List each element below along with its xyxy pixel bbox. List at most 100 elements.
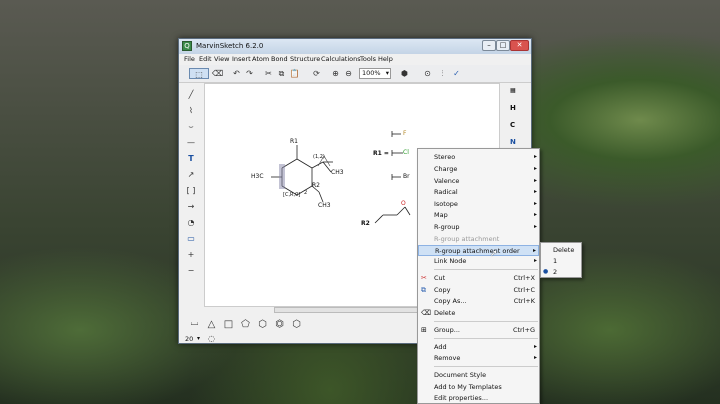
- label-ch3-2: CH3: [318, 202, 331, 209]
- menu-item-copy[interactable]: ⧉ Copy Ctrl+C: [418, 285, 539, 296]
- arrow-icon[interactable]: →: [185, 201, 197, 213]
- menu-item-valence[interactable]: Valence ▸: [418, 176, 539, 187]
- minimize-button[interactable]: –: [482, 40, 496, 51]
- menu-item-rgroup-attachment: R-group attachment: [434, 235, 500, 243]
- chain-icon[interactable]: ⌇: [185, 105, 197, 117]
- label-attachment-12: (1,2): [313, 154, 325, 160]
- copy-icon[interactable]: ⧉: [276, 68, 287, 79]
- clean-icon[interactable]: ⊙: [422, 68, 433, 79]
- menu-item-edit-properties[interactable]: Edit properties...: [418, 393, 539, 404]
- menu-edit[interactable]: Edit: [199, 55, 212, 63]
- menu-item-rgroup[interactable]: R-group ▸: [418, 222, 539, 233]
- zoom-select[interactable]: 100% ▾: [359, 68, 391, 79]
- separator: [434, 338, 538, 339]
- undo-icon[interactable]: ↶: [231, 68, 242, 79]
- submenu-item-delete[interactable]: Delete: [541, 245, 581, 256]
- menu-help[interactable]: Help: [378, 55, 393, 63]
- zoom-in-icon[interactable]: ⊕: [330, 68, 341, 79]
- redo-icon[interactable]: ↷: [244, 68, 255, 79]
- rgroup-icon[interactable]: ⫶: [437, 68, 448, 79]
- attached-data-icon[interactable]: ◔: [185, 217, 197, 229]
- app-icon: Q: [182, 41, 192, 51]
- menu-tools[interactable]: Tools: [360, 55, 376, 63]
- cyclobutane-icon[interactable]: □: [223, 319, 234, 330]
- single-bond-icon[interactable]: ╱: [185, 89, 197, 101]
- menu-item-cut[interactable]: ✂ Cut Ctrl+X: [418, 273, 539, 284]
- eraser-icon[interactable]: ⌫: [212, 68, 223, 79]
- submenu-item-2[interactable]: ● 2: [541, 267, 581, 278]
- select-tool-icon[interactable]: ⬚: [189, 68, 209, 79]
- atom-n-button[interactable]: N: [510, 138, 516, 146]
- menu-item-delete[interactable]: ⌫ Delete: [418, 308, 539, 319]
- window-title: MarvinSketch 6.2.0: [196, 42, 264, 50]
- menu-calculations[interactable]: Calculations: [321, 55, 361, 63]
- transform-icon[interactable]: ⟳: [311, 68, 322, 79]
- close-button[interactable]: ✕: [510, 40, 529, 51]
- benzene-icon[interactable]: ⏣: [274, 319, 285, 330]
- cut-icon: ✂: [421, 274, 427, 282]
- electron-flow-icon[interactable]: ↗: [185, 169, 197, 181]
- menu-item-stereo[interactable]: Stereo ▸: [418, 152, 539, 163]
- menu-item-rgroup-attachment-order[interactable]: R-group attachment order ▸: [418, 245, 539, 256]
- cut-icon[interactable]: ✂: [263, 68, 274, 79]
- label-br: Br: [403, 173, 410, 180]
- text-tool-icon[interactable]: T: [185, 153, 197, 165]
- menu-item-isotope[interactable]: Isotope ▸: [418, 199, 539, 210]
- label-ch3-1: CH3: [331, 169, 344, 176]
- custom-template-icon[interactable]: ◌: [208, 334, 215, 343]
- title-bar[interactable]: Q MarvinSketch 6.2.0 – □ ✕: [179, 39, 531, 54]
- menu-item-remove[interactable]: Remove ▸: [418, 353, 539, 364]
- submenu-item-1[interactable]: 1: [541, 256, 581, 267]
- menu-item-add-to-templates[interactable]: Add to My Templates: [418, 382, 539, 393]
- menu-bond[interactable]: Bond: [271, 55, 288, 63]
- label-order-2: 2: [304, 190, 308, 196]
- label-h3c: H3C: [251, 173, 264, 180]
- bond-line-icon[interactable]: —: [185, 137, 197, 149]
- menu-structure[interactable]: Structure: [290, 55, 320, 63]
- maximize-button[interactable]: □: [496, 40, 510, 51]
- minus-icon[interactable]: −: [185, 265, 197, 277]
- wedge-bond-icon[interactable]: ⌣: [185, 121, 197, 133]
- periodic-table-icon[interactable]: ▦: [510, 87, 516, 94]
- label-cr0: [C,R,0]: [283, 192, 301, 198]
- menu-item-link-node[interactable]: Link Node ▸: [418, 256, 539, 267]
- menu-file[interactable]: File: [184, 55, 195, 63]
- cyclopropane-icon[interactable]: △: [206, 319, 217, 330]
- chevron-down-icon: ▾: [385, 69, 389, 77]
- ring-size-value[interactable]: 20: [185, 335, 193, 343]
- selection-highlight: [279, 164, 285, 189]
- label-r1-equals: R1 =: [373, 150, 389, 157]
- menu-view[interactable]: View: [214, 55, 229, 63]
- label-r1: R1: [290, 138, 298, 145]
- group-icon: ⊞: [421, 326, 427, 334]
- menu-item-copy-as[interactable]: Copy As... Ctrl+K: [418, 296, 539, 307]
- copy-icon: ⧉: [421, 286, 426, 294]
- menu-item-group[interactable]: ⊞ Group... Ctrl+G: [418, 325, 539, 336]
- menu-bar: File Edit View Insert Atom Bond Structur…: [179, 54, 531, 65]
- menu-item-document-style[interactable]: Document Style: [418, 370, 539, 381]
- left-toolbar: ╱ ⌇ ⌣ — T ↗ [ ] → ◔ ▭ + −: [179, 83, 203, 319]
- menu-item-add[interactable]: Add ▸: [418, 342, 539, 353]
- rectangle-icon[interactable]: ▭: [185, 233, 197, 245]
- menu-item-map[interactable]: Map ▸: [418, 210, 539, 221]
- zoom-value: 100%: [362, 69, 381, 77]
- eraser-icon: ⌫: [421, 309, 431, 317]
- menu-insert[interactable]: Insert: [232, 55, 251, 63]
- 3d-view-icon[interactable]: ⬢: [399, 68, 410, 79]
- separator: [434, 321, 538, 322]
- bracket-icon[interactable]: [ ]: [185, 185, 197, 197]
- menu-atom[interactable]: Atom: [252, 55, 269, 63]
- cyclohexane-icon[interactable]: ⬡: [257, 319, 268, 330]
- separator: [434, 269, 538, 270]
- naphthalene-icon[interactable]: ⬡: [291, 319, 302, 330]
- cyclopentane-icon[interactable]: ⬠: [240, 319, 251, 330]
- atom-h-button[interactable]: H: [510, 104, 516, 112]
- atom-c-button[interactable]: C: [510, 121, 515, 129]
- zoom-out-icon[interactable]: ⊖: [343, 68, 354, 79]
- menu-item-radical[interactable]: Radical ▸: [418, 187, 539, 198]
- menu-item-charge[interactable]: Charge ▸: [418, 164, 539, 175]
- paste-icon[interactable]: 📋: [289, 68, 300, 79]
- add-icon[interactable]: +: [185, 249, 197, 261]
- check-structure-icon[interactable]: ✓: [451, 68, 462, 79]
- template-icon[interactable]: ⌴: [189, 317, 200, 328]
